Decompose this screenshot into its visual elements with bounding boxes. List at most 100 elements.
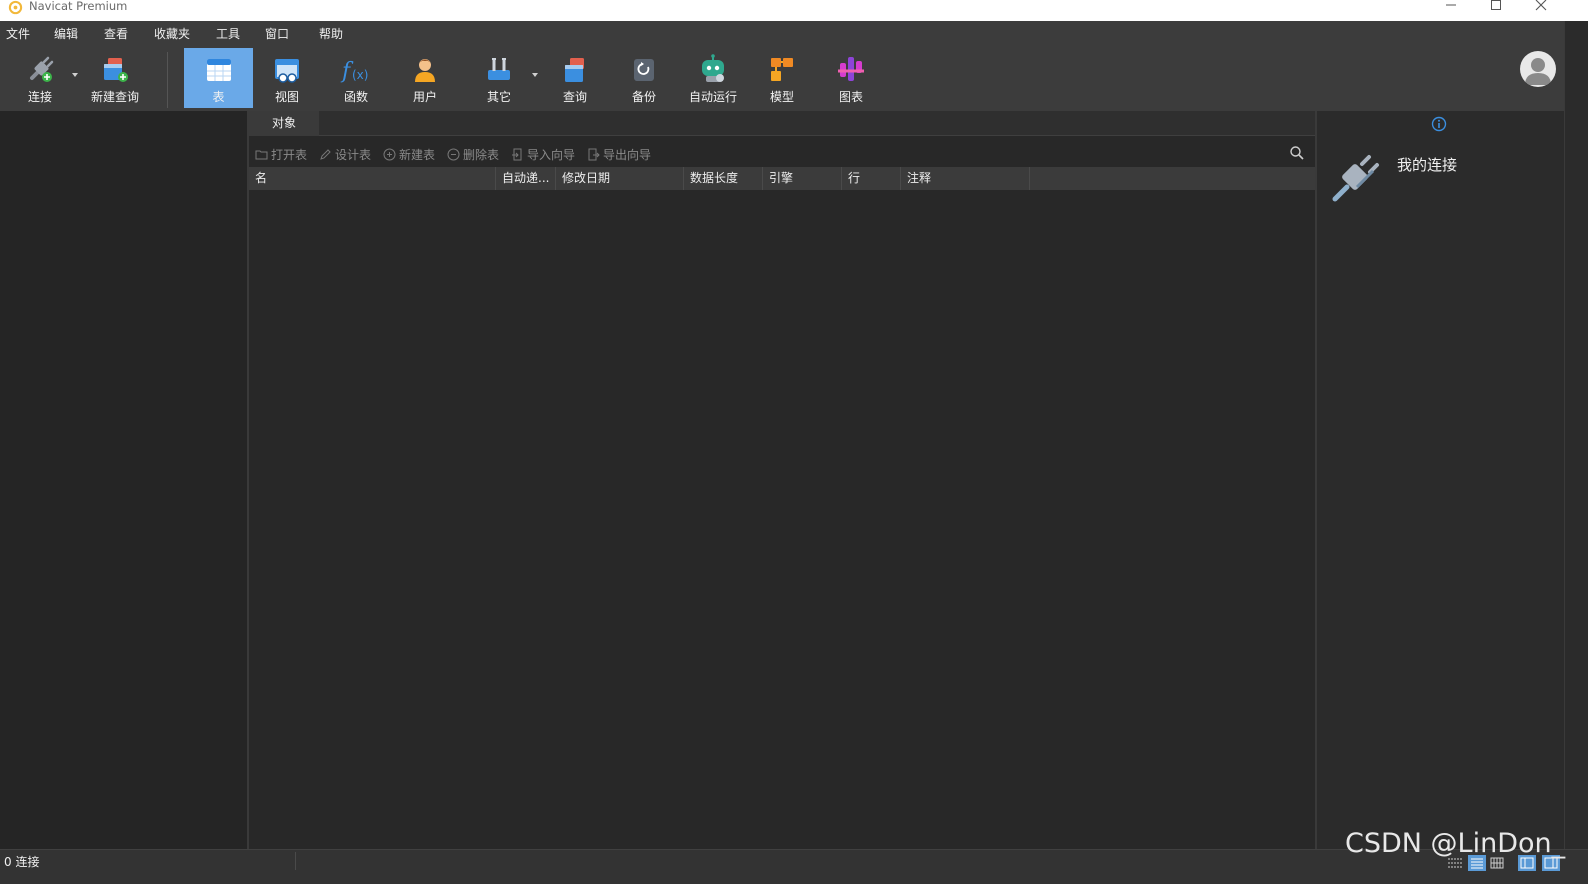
menu-file[interactable]: 文件 — [6, 26, 30, 42]
tool-query[interactable]: 查询 — [544, 48, 606, 108]
open-table-button[interactable]: 打开表 — [255, 147, 307, 163]
main-toolbar: 连接 新建查询 表 视图 f (x) 函数 用户 其它 查询 备份 自动运行 模… — [0, 45, 1588, 111]
user-label: 用户 — [412, 90, 437, 104]
plug-connect-icon — [30, 56, 54, 82]
function-icon: f (x) — [340, 59, 368, 84]
tools-icon — [488, 58, 510, 80]
column-rows[interactable]: 行 — [842, 167, 901, 190]
design-table-button[interactable]: 设计表 — [319, 147, 371, 163]
menu-bar: 文件 编辑 查看 收藏夹 工具 窗口 帮助 — [0, 21, 1588, 45]
column-engine[interactable]: 引擎 — [763, 167, 842, 190]
add-circle-icon — [383, 148, 396, 161]
column-comment[interactable]: 注释 — [901, 167, 1030, 190]
tool-backup[interactable]: 备份 — [613, 48, 675, 108]
close-icon — [1535, 0, 1547, 11]
tool-view[interactable]: 视图 — [256, 48, 318, 108]
new-table-button[interactable]: 新建表 — [383, 147, 435, 163]
connection-title: 我的连接 — [1397, 156, 1458, 174]
minimize-icon — [1446, 4, 1456, 6]
column-data-length[interactable]: 数据长度 — [684, 167, 763, 190]
view-icon — [275, 59, 299, 83]
tool-chart[interactable]: 图表 — [820, 48, 882, 108]
new-table-label: 新建表 — [399, 148, 436, 162]
query-icon — [565, 58, 584, 82]
column-modified-date[interactable]: 修改日期 — [556, 167, 684, 190]
model-label: 模型 — [769, 90, 794, 104]
tool-function[interactable]: f (x) 函数 — [325, 48, 387, 108]
backup-label: 备份 — [631, 90, 656, 104]
column-auto-increment[interactable]: 自动递... — [496, 167, 556, 190]
other-label: 其它 — [486, 90, 511, 104]
user-icon — [415, 59, 435, 82]
chart-label: 图表 — [838, 90, 863, 104]
info-pane: 我的连接 — [1317, 111, 1564, 849]
tool-user[interactable]: 用户 — [394, 48, 456, 108]
export-icon — [588, 148, 600, 161]
query-label: 查询 — [562, 90, 587, 104]
object-pane: 对象 打开表 设计表 新建表 删除表 导入向导 导出向导 名 自动递... 修改… — [249, 111, 1315, 849]
menu-edit[interactable]: 编辑 — [54, 26, 78, 42]
tool-table[interactable]: 表 — [184, 48, 253, 108]
new-query-button[interactable]: 新建查询 — [86, 48, 144, 108]
window-title: Navicat Premium — [29, 0, 128, 13]
close-button[interactable] — [1519, 0, 1563, 14]
chart-icon — [838, 57, 864, 81]
connection-plug-icon — [1332, 155, 1379, 202]
minimize-button[interactable] — [1429, 0, 1473, 14]
toolbar-separator — [167, 52, 168, 108]
navicat-logo-icon — [8, 0, 23, 15]
connection-tree-pane[interactable] — [0, 111, 247, 849]
automation-label: 自动运行 — [688, 90, 737, 104]
search-icon[interactable] — [1289, 145, 1305, 161]
object-action-bar: 打开表 设计表 新建表 删除表 导入向导 导出向导 — [249, 142, 1315, 166]
user-avatar[interactable] — [1520, 51, 1556, 87]
view-label: 视图 — [274, 90, 299, 104]
import-icon — [512, 148, 522, 161]
menu-favorites[interactable]: 收藏夹 — [154, 26, 190, 42]
title-bar: Navicat Premium — [0, 0, 1588, 21]
export-wizard-button[interactable]: 导出向导 — [587, 147, 651, 163]
robot-icon — [702, 54, 724, 82]
menu-view[interactable]: 查看 — [104, 26, 128, 42]
connection-count: 0 连接 — [4, 855, 40, 869]
model-icon — [771, 58, 793, 81]
other-dropdown-caret[interactable] — [532, 73, 538, 77]
design-table-label: 设计表 — [335, 148, 372, 162]
tool-model[interactable]: 模型 — [751, 48, 813, 108]
delete-table-label: 删除表 — [463, 148, 500, 162]
table-icon — [206, 59, 231, 81]
status-separator — [295, 852, 296, 870]
delete-table-button[interactable]: 删除表 — [447, 147, 499, 163]
new-query-label: 新建查询 — [90, 90, 139, 104]
maximize-icon — [1491, 0, 1501, 10]
tab-objects[interactable]: 对象 — [249, 111, 319, 136]
folder-open-icon — [255, 150, 268, 160]
connect-button[interactable]: 连接 — [12, 48, 68, 108]
column-name[interactable]: 名 — [249, 167, 496, 190]
import-wizard-button[interactable]: 导入向导 — [511, 147, 575, 163]
open-table-label: 打开表 — [271, 148, 308, 162]
avatar-icon — [1525, 58, 1551, 85]
function-label: 函数 — [343, 90, 368, 104]
svg-text:(x): (x) — [352, 68, 368, 82]
tool-other[interactable]: 其它 — [468, 48, 530, 108]
remove-circle-icon — [447, 148, 460, 161]
export-wizard-label: 导出向导 — [603, 148, 652, 162]
menu-window[interactable]: 窗口 — [265, 26, 289, 42]
info-icon[interactable] — [1431, 116, 1447, 132]
csdn-watermark: CSDN @LinDon_ — [1345, 828, 1566, 859]
pencil-icon — [320, 149, 331, 160]
menu-help[interactable]: 帮助 — [319, 26, 343, 42]
new-query-icon — [104, 58, 128, 82]
connect-label: 连接 — [27, 90, 52, 104]
import-wizard-label: 导入向导 — [527, 148, 576, 162]
window-edge-scrollbar[interactable] — [1564, 21, 1588, 884]
maximize-button[interactable] — [1474, 0, 1518, 14]
backup-icon — [634, 59, 654, 81]
table-label: 表 — [212, 90, 225, 104]
connect-dropdown-caret[interactable] — [72, 73, 78, 77]
menu-tools[interactable]: 工具 — [216, 26, 240, 42]
tool-automation[interactable]: 自动运行 — [682, 48, 744, 108]
table-column-header: 名 自动递... 修改日期 数据长度 引擎 行 注释 — [249, 167, 1315, 190]
object-tab-strip: 对象 — [249, 111, 1315, 136]
